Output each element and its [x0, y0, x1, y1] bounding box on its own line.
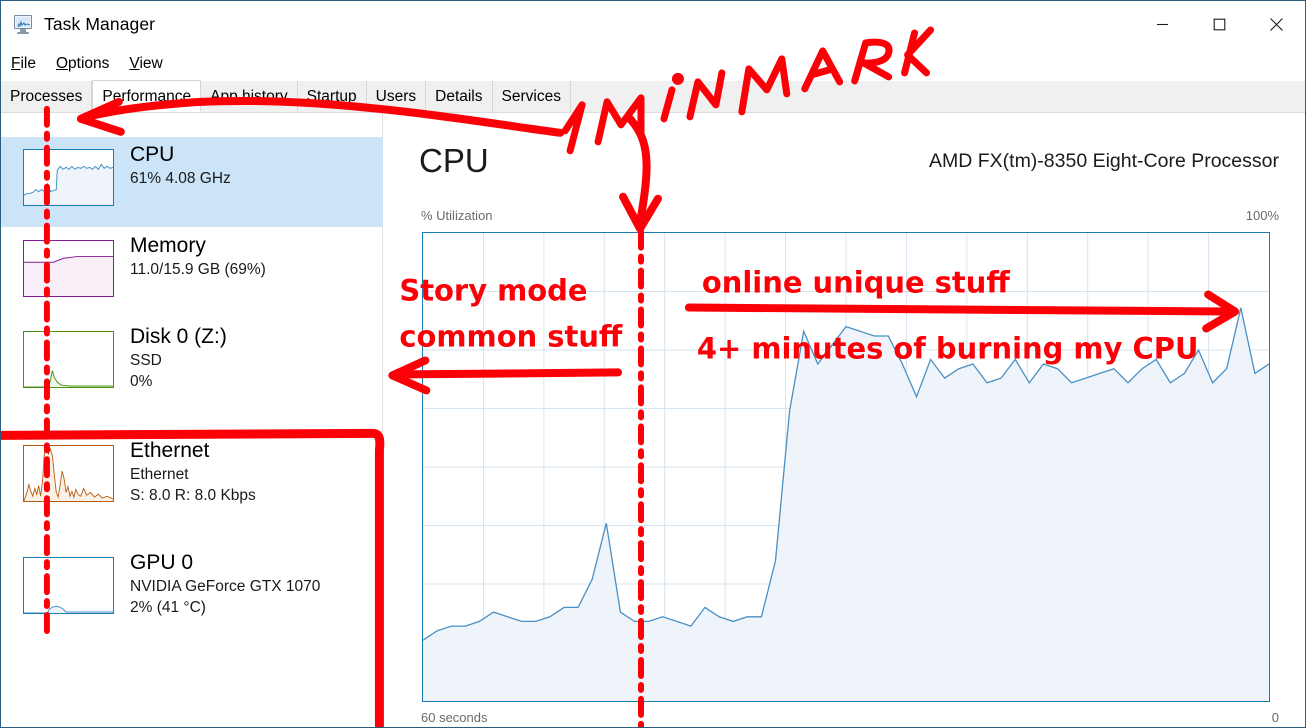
y-axis-title: % Utilization	[421, 208, 493, 223]
menu-file-label: F	[11, 55, 21, 72]
sidebar-disk-title: Disk 0 (Z:)	[130, 325, 227, 348]
menu-options-label: O	[55, 55, 69, 72]
tab-app-history[interactable]: App history	[201, 81, 298, 112]
menu-item-file[interactable]: File	[11, 55, 36, 73]
y-axis-max: 100%	[1245, 208, 1279, 223]
cpu-text-block: CPU 61% 4.08 GHz	[130, 142, 231, 189]
x-axis-left-label: 60 seconds	[421, 710, 488, 725]
task-manager-icon	[13, 14, 35, 36]
x-axis-labels: 60 seconds 0	[421, 710, 1279, 727]
cpu-model-label: AMD FX(tm)-8350 Eight-Core Processor	[928, 150, 1279, 172]
x-axis-right-label: 0	[1271, 710, 1279, 725]
disk-thumbnail-graph	[23, 331, 114, 388]
tab-processes[interactable]: Processes	[1, 81, 93, 112]
close-button[interactable]	[1248, 1, 1305, 48]
sidebar-item-disk[interactable]: Disk 0 (Z:) SSD 0%	[1, 319, 383, 421]
menu-view-label: V	[129, 55, 140, 72]
tab-users[interactable]: Users	[366, 81, 427, 112]
gpu-thumbnail-graph	[23, 557, 114, 614]
sidebar-gpu-title: GPU 0	[130, 551, 194, 574]
sidebar-cpu-title: CPU	[130, 143, 175, 166]
sidebar-disk-sub1: SSD	[130, 352, 162, 369]
page-title: CPU	[419, 142, 489, 179]
tab-startup[interactable]: Startup	[297, 81, 367, 112]
sidebar-item-gpu[interactable]: GPU 0 NVIDIA GeForce GTX 1070 2% (41 °C)	[1, 545, 383, 647]
performance-pane: CPU 61% 4.08 GHz Memory 11.0/15.9 GB (69…	[1, 113, 1305, 727]
window-title: Task Manager	[44, 14, 156, 34]
chart-header: CPU AMD FX(tm)-8350 Eight-Core Processor	[419, 141, 1279, 185]
tab-details[interactable]: Details	[426, 81, 493, 112]
sidebar-item-cpu[interactable]: CPU 61% 4.08 GHz	[1, 137, 383, 227]
sidebar-gpu-sub1: NVIDIA GeForce GTX 1070	[130, 578, 321, 595]
cpu-thumbnail-graph	[23, 149, 114, 206]
minimize-button[interactable]	[1134, 1, 1191, 48]
menu-item-view[interactable]: View	[129, 55, 162, 73]
gpu-text-block: GPU 0 NVIDIA GeForce GTX 1070 2% (41 °C)	[130, 550, 320, 618]
tab-services[interactable]: Services	[492, 81, 571, 112]
sidebar-ethernet-title: Ethernet	[130, 439, 210, 462]
menu-bar: File Options View	[1, 48, 1305, 80]
maximize-button[interactable]	[1191, 1, 1248, 48]
window-controls	[1134, 1, 1305, 48]
sidebar-ethernet-sub2: S: 8.0 R: 8.0 Kbps	[130, 487, 256, 504]
sidebar-gpu-sub2: 2% (41 °C)	[130, 599, 206, 616]
cpu-detail-panel: CPU AMD FX(tm)-8350 Eight-Core Processor…	[383, 113, 1305, 727]
title-bar: Task Manager	[1, 1, 1305, 48]
sidebar-disk-sub2: 0%	[130, 373, 153, 390]
task-manager-window: Task Manager File Options View Processes…	[0, 0, 1306, 728]
tab-strip: Processes Performance App history Startu…	[1, 80, 1305, 113]
sidebar-cpu-sub: 61% 4.08 GHz	[130, 170, 231, 187]
sidebar-ethernet-sub1: Ethernet	[130, 466, 189, 483]
cpu-utilization-graph	[422, 232, 1270, 702]
ethernet-thumbnail-graph	[23, 445, 114, 502]
sidebar-item-ethernet[interactable]: Ethernet Ethernet S: 8.0 R: 8.0 Kbps	[1, 433, 383, 535]
menu-item-options[interactable]: Options	[56, 55, 109, 73]
y-axis-labels: % Utilization 100%	[421, 208, 1279, 228]
sidebar-item-memory[interactable]: Memory 11.0/15.9 GB (69%)	[1, 228, 383, 318]
resource-sidebar: CPU 61% 4.08 GHz Memory 11.0/15.9 GB (69…	[1, 113, 383, 727]
sidebar-memory-title: Memory	[130, 234, 206, 257]
memory-text-block: Memory 11.0/15.9 GB (69%)	[130, 233, 266, 280]
sidebar-memory-sub: 11.0/15.9 GB (69%)	[130, 261, 266, 278]
tab-performance[interactable]: Performance	[92, 80, 202, 112]
disk-text-block: Disk 0 (Z:) SSD 0%	[130, 324, 227, 392]
ethernet-text-block: Ethernet Ethernet S: 8.0 R: 8.0 Kbps	[130, 438, 256, 506]
memory-thumbnail-graph	[23, 240, 114, 297]
